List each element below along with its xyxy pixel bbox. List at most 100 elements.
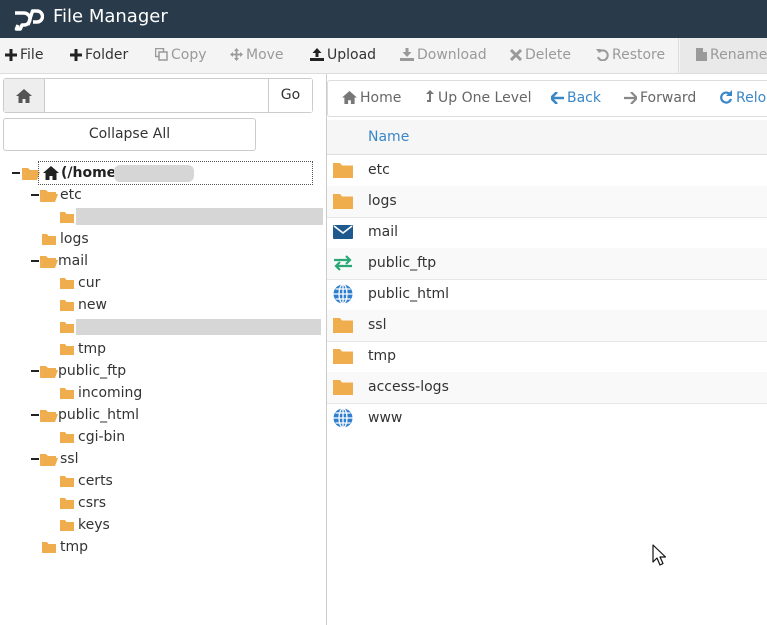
tree-item-label: public_html [58,407,140,423]
folder-open-icon [40,410,58,422]
tree-item-tmp[interactable]: tmp [0,537,326,557]
tree-item-public-ftp[interactable]: public_ftp [0,361,326,381]
folder-icon [333,318,353,333]
table-row[interactable]: mail [327,217,767,249]
move-button[interactable]: Move [230,38,284,73]
copy-button[interactable]: Copy [154,38,207,73]
tree-item-keys[interactable]: keys [0,515,326,535]
tree-item-logs[interactable]: logs [0,229,326,249]
table-row[interactable]: tmp [327,341,767,373]
new-file-label: File [20,47,44,63]
plus-icon [5,49,17,61]
tree-item-label: keys [78,517,110,533]
tree-item-label: new [78,297,107,313]
plus-icon [70,49,82,61]
reload-button[interactable]: Relo [719,81,766,116]
move-icon [230,48,243,61]
redacted-username [114,165,194,182]
toolbar: File Folder Copy Move Upload Download De… [0,38,767,74]
folder-icon [333,194,353,209]
tree-item-etc[interactable]: etc [0,185,326,205]
download-button[interactable]: Download [400,38,487,73]
collapse-all-button[interactable]: Collapse All [3,118,256,151]
title-bar: File Manager [0,0,767,38]
tree-item-ssl[interactable]: ssl [0,449,326,469]
folder-icon [60,520,74,531]
file-list-pane: Home Up One Level Back Forward Relo Name… [327,74,767,625]
collapse-toggle-icon[interactable] [12,172,20,174]
transfer-icon [334,255,352,271]
table-row[interactable]: public_ftp [327,248,767,280]
path-input[interactable] [45,79,279,110]
move-label: Move [246,47,284,63]
toolbar-divider [678,38,679,73]
refresh-icon [720,90,733,104]
table-row[interactable]: public_html [327,279,767,311]
collapse-toggle-icon[interactable] [31,370,39,372]
copy-icon [154,47,168,61]
tree-item-label: certs [78,473,113,489]
nav-home-label: Home [360,90,402,106]
redacted-folder-name [76,208,323,225]
delete-button[interactable]: Delete [509,38,571,73]
tree-item-mail[interactable]: mail [0,251,326,271]
folder-icon [60,498,74,509]
go-button[interactable]: Go [268,79,312,112]
tree-item-public-html[interactable]: public_html [0,405,326,425]
tree-item-label: csrs [78,495,107,511]
column-header-name[interactable]: Name [368,120,409,154]
tree-item-mail-tmp[interactable]: tmp [0,339,326,359]
folder-icon [333,349,353,364]
home-directory-button[interactable] [4,79,45,112]
file-name: etc [368,162,390,178]
tree-item-csrs[interactable]: csrs [0,493,326,513]
rename-button[interactable]: Rename [696,38,767,73]
file-name: www [368,410,403,426]
collapse-toggle-icon[interactable] [31,458,39,460]
tree-item-label: etc [60,187,82,203]
tree-item-cgi-bin[interactable]: cgi-bin [0,427,326,447]
file-name: public_html [368,286,450,302]
tree-item-incoming[interactable]: incoming [0,383,326,403]
tree-item-cur[interactable]: cur [0,273,326,293]
upload-label: Upload [327,47,377,63]
collapse-toggle-icon[interactable] [31,194,39,196]
forward-button[interactable]: Forward [624,81,696,116]
up-one-level-button[interactable]: Up One Level [425,81,532,116]
table-row[interactable]: access-logs [327,372,767,404]
tree-item-redacted[interactable] [0,317,326,337]
folder-icon [42,234,56,245]
back-button[interactable]: Back [549,81,601,116]
tree-item-new[interactable]: new [0,295,326,315]
folder-icon [333,380,353,395]
nav-home-button[interactable]: Home [342,81,401,116]
folder-icon [60,388,74,399]
collapse-toggle-icon[interactable] [31,414,39,416]
table-row[interactable]: logs [327,186,767,218]
rename-label: Rename [710,47,767,63]
tree-item-label: incoming [78,385,143,401]
reload-label: Relo [736,90,767,106]
folder-icon [60,322,74,333]
download-icon [400,48,414,61]
tree-root-home[interactable]: (/home/ [0,161,326,185]
upload-icon [310,48,324,61]
folder-icon [42,542,56,553]
arrow-right-icon [624,91,639,105]
upload-button[interactable]: Upload [310,38,376,73]
new-file-button[interactable]: File [5,38,43,73]
restore-button[interactable]: Restore [596,38,665,73]
table-row[interactable]: etc [327,155,767,187]
delete-icon [509,48,523,62]
new-folder-button[interactable]: Folder [70,38,128,73]
table-row[interactable]: ssl [327,310,767,342]
home-icon [342,91,357,104]
forward-label: Forward [640,90,697,106]
level-up-icon [426,90,434,102]
tree-item-certs[interactable]: certs [0,471,326,491]
file-name: tmp [368,348,397,364]
table-row[interactable]: www [327,403,767,434]
collapse-toggle-icon[interactable] [31,260,39,262]
tree-item-redacted[interactable] [0,207,326,227]
tree-item-label: logs [60,231,89,247]
